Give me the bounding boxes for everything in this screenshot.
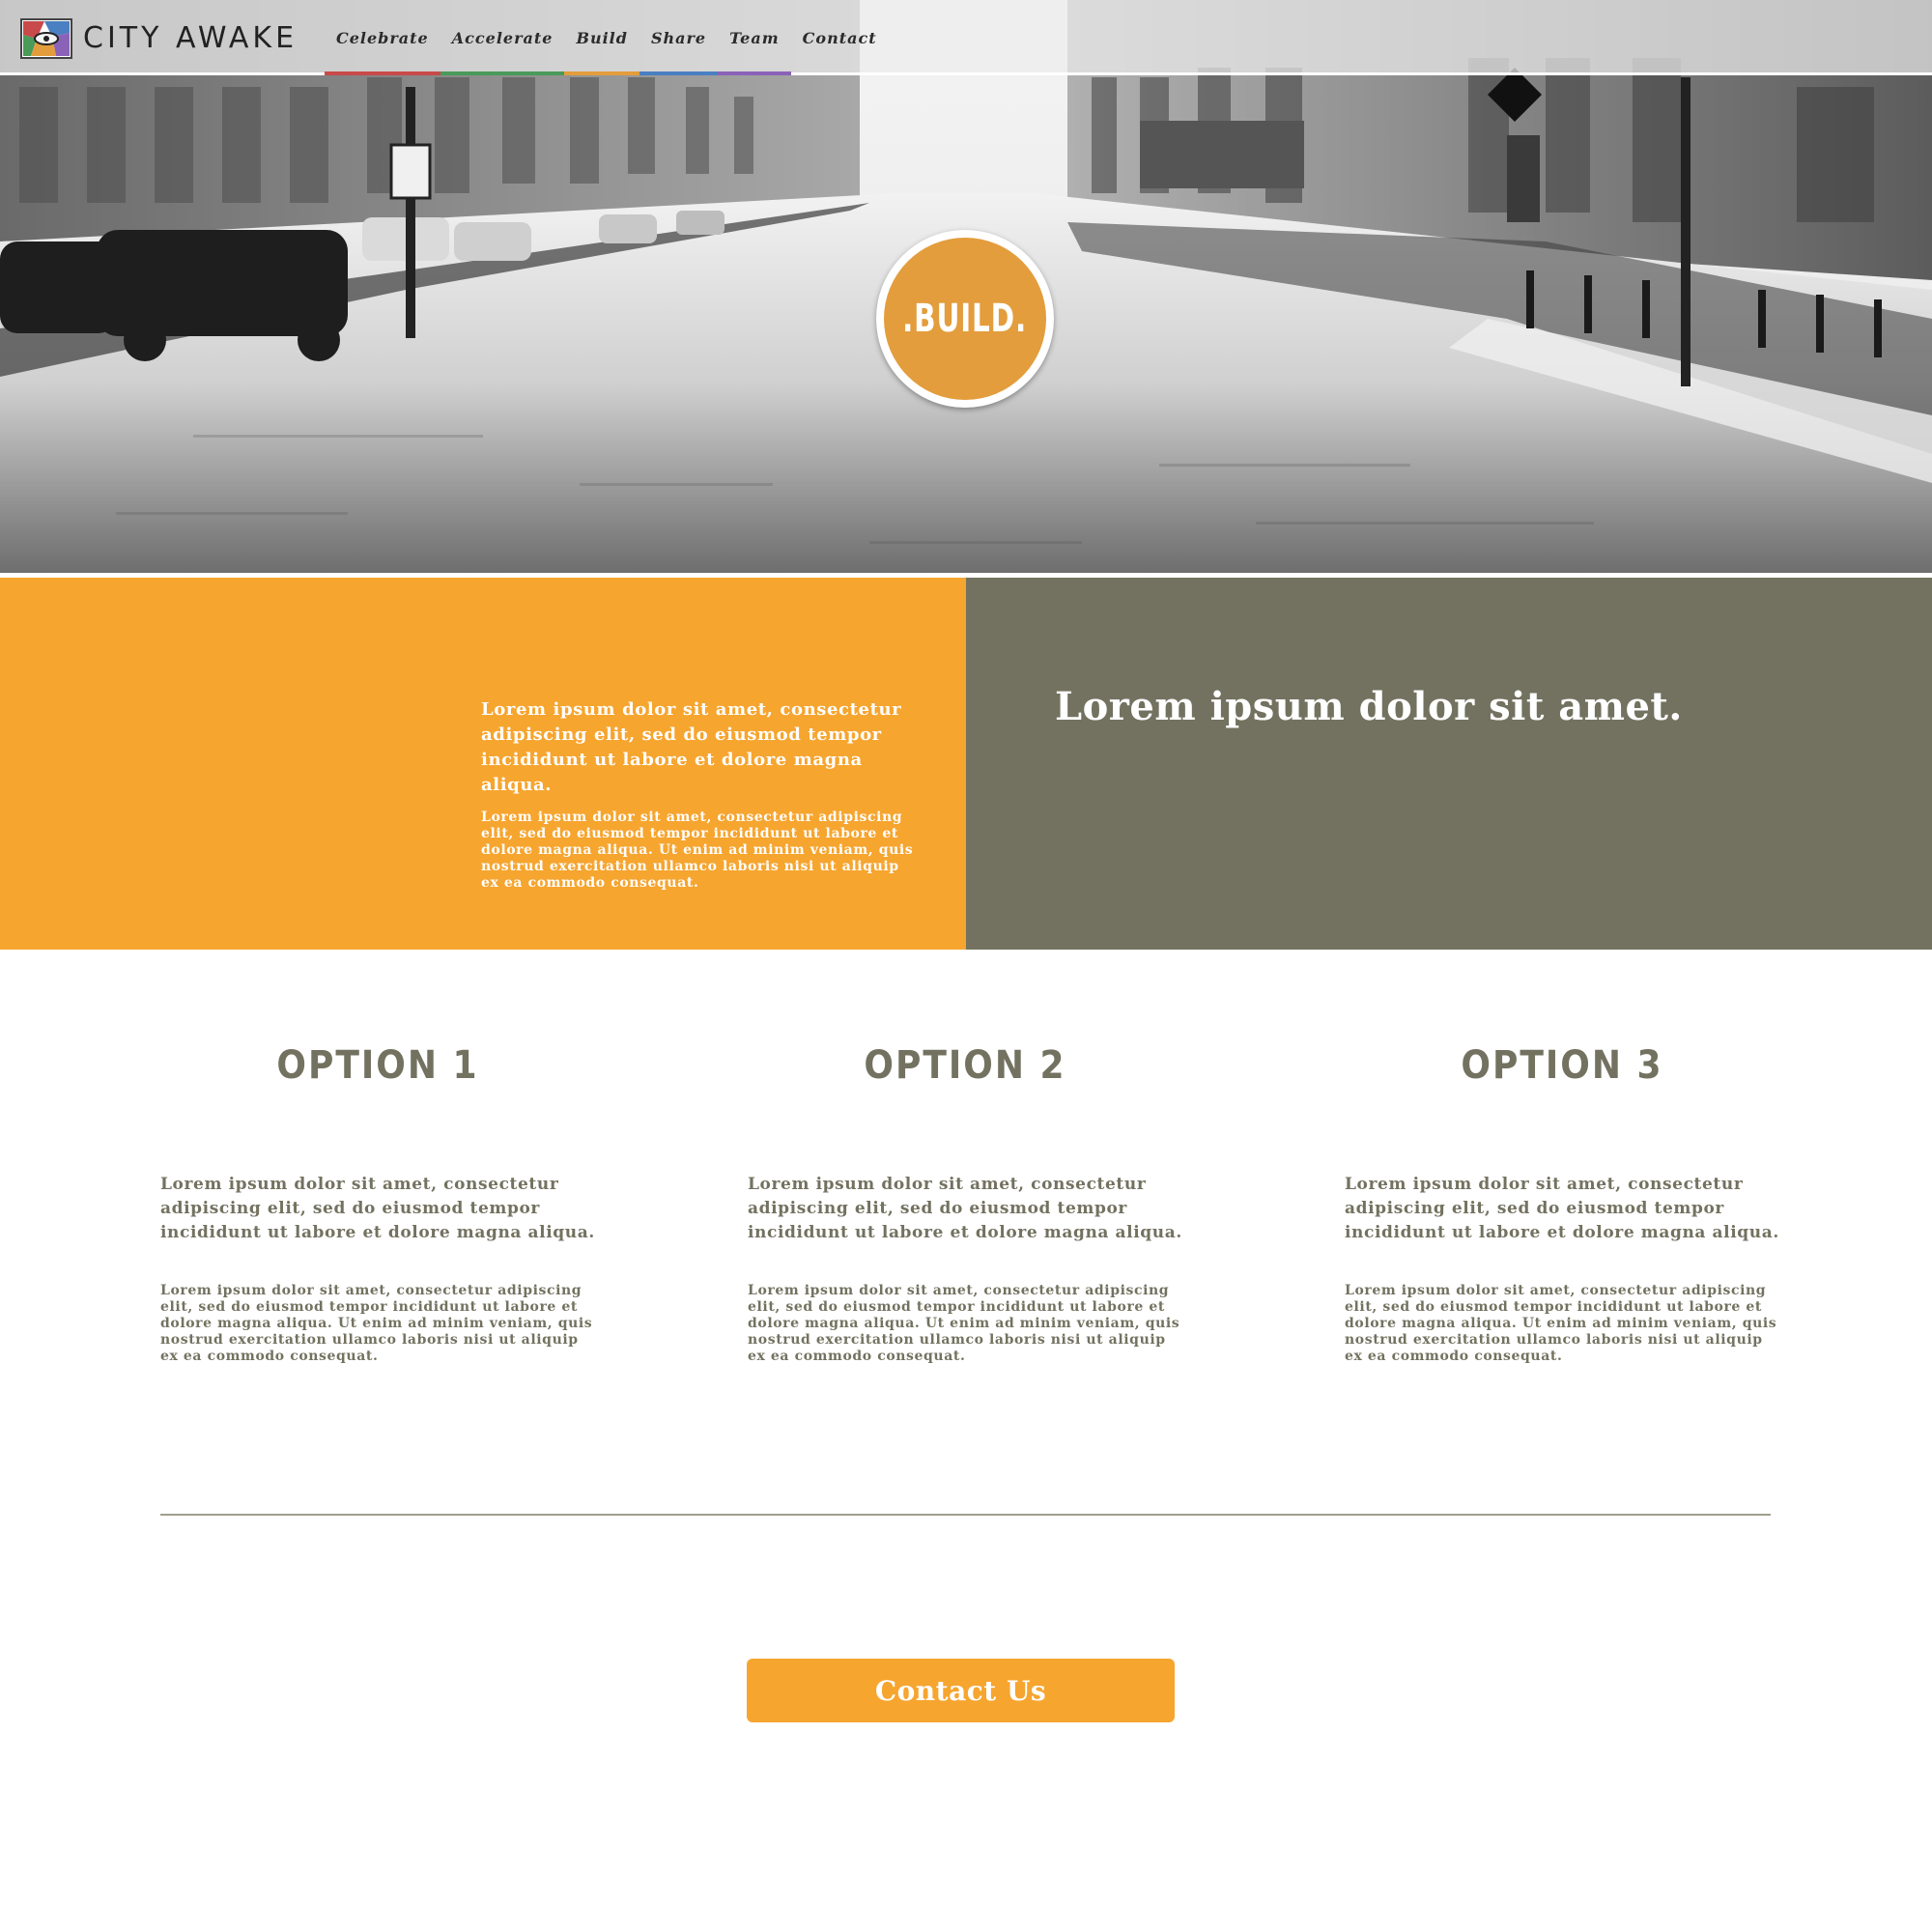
nav-item-label: Build xyxy=(576,29,628,47)
option-body: Lorem ipsum dolor sit amet, consectetur … xyxy=(748,1283,1180,1364)
headline-panel: Lorem ipsum dolor sit amet. xyxy=(966,578,1932,950)
contact-us-label: Contact Us xyxy=(874,1674,1047,1707)
nav-item-contact[interactable]: Contact xyxy=(791,21,889,75)
option-lead: Lorem ipsum dolor sit amet, consectetur … xyxy=(1345,1175,1779,1242)
brand-name: CITY AWAKE xyxy=(83,21,298,55)
city-awake-logo-icon xyxy=(20,18,72,59)
option-title: OPTION 2 xyxy=(864,1043,1066,1088)
section-divider xyxy=(160,1514,1771,1516)
intro-body: Lorem ipsum dolor sit amet, consectetur … xyxy=(481,810,914,891)
option-title: OPTION 3 xyxy=(1461,1043,1663,1088)
intro-headline: Lorem ipsum dolor sit amet. xyxy=(1055,684,1683,729)
nav-underline xyxy=(325,71,440,75)
nav-item-label: Share xyxy=(650,29,707,47)
nav-item-celebrate[interactable]: Celebrate xyxy=(325,21,440,75)
nav-item-label: Celebrate xyxy=(336,29,429,47)
nav-item-label: Accelerate xyxy=(451,29,554,47)
nav-underline xyxy=(639,71,719,75)
section-badge-fill: .BUILD. xyxy=(884,238,1046,400)
nav-item-label: Contact xyxy=(802,29,877,47)
nav-item-share[interactable]: Share xyxy=(639,21,719,75)
nav-underline xyxy=(440,71,565,75)
option-lead: Lorem ipsum dolor sit amet, consectetur … xyxy=(748,1175,1182,1242)
brand-logo[interactable]: CITY AWAKE xyxy=(19,17,298,60)
option-body: Lorem ipsum dolor sit amet, consectetur … xyxy=(1345,1283,1777,1364)
nav-item-accelerate[interactable]: Accelerate xyxy=(440,21,565,75)
nav-underline xyxy=(718,71,791,75)
intro-lead: Lorem ipsum dolor sit amet, consectetur … xyxy=(481,699,902,795)
main-nav: Celebrate Accelerate Build Share Team Co… xyxy=(325,21,889,75)
nav-item-build[interactable]: Build xyxy=(564,21,639,75)
section-badge: .BUILD. xyxy=(876,230,1054,408)
nav-underline xyxy=(564,71,639,75)
contact-us-button[interactable]: Contact Us xyxy=(747,1659,1175,1722)
option-lead: Lorem ipsum dolor sit amet, consectetur … xyxy=(160,1175,595,1242)
section-badge-label: .BUILD. xyxy=(902,297,1028,341)
top-navbar: CITY AWAKE Celebrate Accelerate Build Sh… xyxy=(0,0,1932,75)
nav-item-team[interactable]: Team xyxy=(718,21,791,75)
intro-panel: Lorem ipsum dolor sit amet, consectetur … xyxy=(0,578,966,950)
option-title: OPTION 1 xyxy=(276,1043,479,1088)
nav-item-label: Team xyxy=(729,29,780,47)
option-body: Lorem ipsum dolor sit amet, consectetur … xyxy=(160,1283,593,1364)
